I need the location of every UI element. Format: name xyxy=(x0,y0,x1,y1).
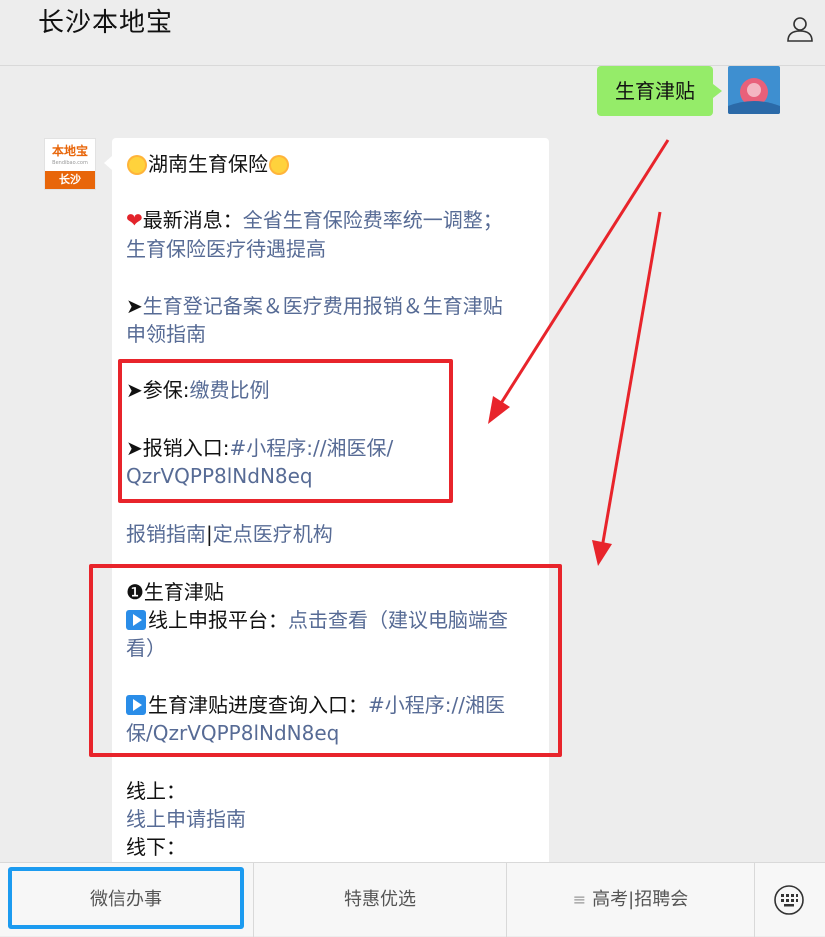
message-title: 湖南生育保险 xyxy=(148,152,268,176)
news-link-benefits[interactable]: 生育保险医疗待遇提高 xyxy=(126,235,326,263)
guide-link-continued[interactable]: 申领指南 xyxy=(126,320,206,348)
guide-row: ➤生育登记备案＆医疗费用报销＆生育津贴 xyxy=(126,292,503,320)
bot-avatar-url: Bendibao.com xyxy=(52,160,88,166)
news-label: 最新消息： xyxy=(142,208,243,232)
arrow-to-allowance xyxy=(600,211,662,549)
arrow-to-allowance-head xyxy=(592,540,612,566)
news-row: ❤最新消息：全省生育保险费率统一调整； xyxy=(126,206,503,234)
online-guide-link[interactable]: 线上申请指南 xyxy=(126,805,246,833)
tab-exam-jobs-label: 高考|招聘会 xyxy=(592,889,689,910)
reimburse-guide-link[interactable]: 报销指南 xyxy=(126,522,206,546)
tab-special-offers[interactable]: 特惠优选 xyxy=(253,863,507,937)
highlight-box-allowance xyxy=(89,564,562,757)
bot-avatar-city: 长沙 xyxy=(45,171,95,189)
user-message-bubble: 生育津贴 xyxy=(597,66,722,116)
tab-exam-jobs[interactable]: ≡ 高考|招聘会 xyxy=(507,863,755,937)
bottom-menu-bar: 微信办事 特惠优选 ≡ 高考|招聘会 xyxy=(0,862,825,937)
reimburse-links-row: 报销指南|定点医疗机构 xyxy=(126,520,333,548)
link-separator: | xyxy=(206,522,213,546)
bot-avatar[interactable]: 本地宝 Bendibao.com 长沙 xyxy=(44,138,96,190)
keyboard-icon[interactable] xyxy=(772,883,806,917)
heart-icon: ❤ xyxy=(126,208,143,232)
designated-hospitals-link[interactable]: 定点医疗机构 xyxy=(213,522,333,546)
menu-lines-icon: ≡ xyxy=(572,890,587,909)
news-link-rate-adjustment[interactable]: 全省生育保险费率统一调整； xyxy=(243,208,503,232)
tab-wechat-services[interactable]: 微信办事 xyxy=(8,867,244,929)
online-label: 线上： xyxy=(126,779,186,803)
user-icon[interactable] xyxy=(785,14,815,44)
bot-message-bubble: 湖南生育保险 ❤最新消息：全省生育保险费率统一调整； 生育保险医疗待遇提高 ➤生… xyxy=(104,138,549,898)
sun-icon xyxy=(129,157,145,173)
sun-icon xyxy=(271,157,287,173)
account-title: 长沙本地宝 xyxy=(38,8,174,38)
app-header: 长沙本地宝 xyxy=(0,0,825,66)
message-title-row: 湖南生育保险 xyxy=(126,150,290,178)
highlight-box-reimburse xyxy=(118,359,453,503)
offline-label: 线下： xyxy=(126,835,186,859)
guide-arrow: ➤ xyxy=(126,294,143,318)
guide-link[interactable]: 生育登记备案＆医疗费用报销＆生育津贴 xyxy=(143,294,503,318)
user-avatar[interactable] xyxy=(728,66,780,114)
